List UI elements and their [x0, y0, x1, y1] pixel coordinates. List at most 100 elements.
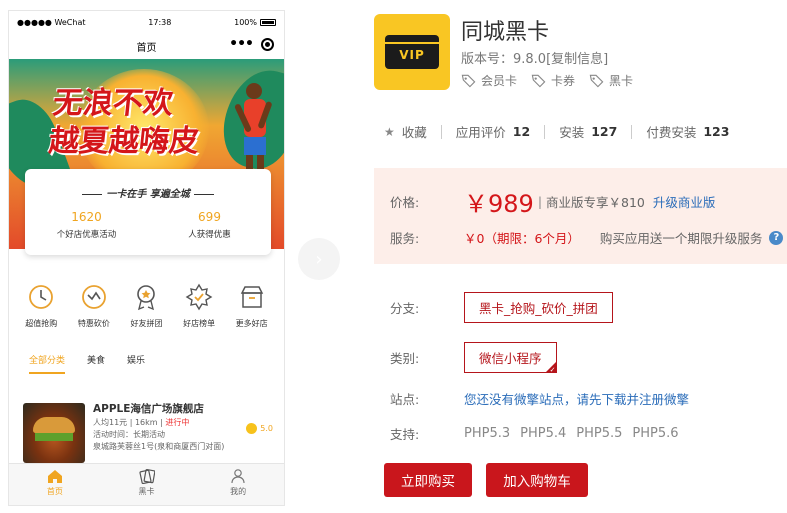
app-detail-panel: VIP 同城黑卡 版本号：9.8.0[复制信息] 会员卡 卡券 黑卡 ★ 收藏 应…: [374, 0, 787, 513]
category-option[interactable]: 微信小程序: [464, 342, 557, 374]
tab-food[interactable]: 美食: [87, 353, 105, 374]
slogan: 一卡在手 享遍全城: [25, 185, 271, 200]
close-target-icon[interactable]: [261, 37, 274, 51]
price-value: ￥989: [464, 190, 534, 218]
paid-install-count: 123: [703, 124, 730, 139]
feature-bargain[interactable]: 特惠砍价: [70, 283, 118, 329]
tag-icon: [531, 74, 546, 88]
stat-value: 1620: [71, 210, 102, 224]
feature-ranking[interactable]: 好店榜单: [175, 283, 223, 329]
tag-member-card[interactable]: 会员卡: [461, 72, 517, 89]
more-icon[interactable]: •••: [229, 37, 254, 51]
headline-line-1: 无浪不欢: [51, 86, 175, 121]
tabbar-me[interactable]: 我的: [192, 464, 284, 505]
feature-more-shops[interactable]: 更多好店: [228, 283, 276, 329]
category-label: 类别:: [390, 351, 420, 366]
next-arrow-button[interactable]: ›: [298, 238, 340, 280]
version-text: 版本号：9.8.0: [461, 52, 547, 67]
support-field: 支持: PHP5.3 PHP5.4 PHP5.5 PHP5.6: [390, 424, 679, 443]
tag-icon: [589, 74, 604, 88]
tag-label: 黑卡: [609, 74, 634, 88]
store-meta-text: 人均11元 | 16km |: [93, 418, 166, 427]
bottom-tabbar: 首页 黑卡 我的: [9, 463, 284, 505]
tabbar-card[interactable]: 黑卡: [101, 464, 193, 505]
status-time: 17:38: [148, 17, 172, 27]
php-version: PHP5.5: [576, 426, 623, 441]
card-icon: [138, 468, 155, 484]
install-label: 安装: [559, 125, 585, 140]
copy-info-link[interactable]: [复制信息]: [546, 52, 608, 67]
php-version: PHP5.4: [520, 426, 567, 441]
coin-icon: [246, 423, 258, 434]
clock-icon: [29, 285, 54, 309]
app-icon: VIP: [374, 14, 450, 90]
stats-row: 1620 个好店优惠活动 699 人获得优惠: [25, 210, 271, 240]
feature-label: 好友拼团: [130, 319, 163, 328]
badge-icon: [137, 285, 156, 311]
user-icon: [231, 469, 245, 484]
tag-icon: [461, 74, 476, 88]
nav-title: 首页: [136, 42, 157, 54]
action-buttons: 立即购买 加入购物车: [384, 463, 588, 497]
service-note: 购买应用送一个期限升级服务: [599, 231, 763, 246]
battery-indicator: 100%: [234, 18, 276, 27]
tag-black-card[interactable]: 黑卡: [589, 72, 633, 89]
tabbar-label: 黑卡: [138, 487, 155, 496]
stat-label: 人获得优惠: [188, 230, 231, 240]
feature-grid: 超值抢购 特惠砍价 好友拼团 好店榜单 更多好店: [9, 283, 284, 329]
divider: [440, 124, 442, 139]
rating-metric[interactable]: 应用评价 12: [456, 122, 530, 141]
feature-label: 特惠砍价: [77, 319, 110, 328]
help-icon[interactable]: ?: [769, 230, 784, 245]
tabbar-home[interactable]: 首页: [9, 464, 101, 505]
banner-headline: 无浪不欢 越夏越嗨皮: [47, 85, 205, 161]
shop-icon: [240, 286, 263, 308]
rating-label: 应用评价: [455, 125, 506, 140]
install-metric: 安装 127: [559, 122, 617, 141]
upgrade-business-link[interactable]: 升级商业版: [653, 192, 716, 211]
feature-label: 更多好店: [235, 319, 268, 328]
tag-label: 卡券: [551, 74, 576, 88]
store-status: 进行中: [165, 418, 190, 427]
feature-group-buy[interactable]: 好友拼团: [122, 283, 170, 329]
rating-value: 5.0: [260, 424, 273, 433]
metrics-row: ★ 收藏 应用评价 12 安装 127 付费安装 123: [384, 122, 729, 141]
status-bar: ●●●●● WeChat 17:38 100%: [9, 11, 284, 33]
slogan-text: 一卡在手 享遍全城: [106, 189, 190, 200]
category-tabs: 全部分类 美食 娱乐: [9, 353, 284, 374]
php-version-list: PHP5.3 PHP5.4 PHP5.5 PHP5.6: [464, 426, 679, 441]
support-label: 支持:: [390, 427, 420, 442]
tag-label: 会员卡: [481, 74, 518, 88]
feature-label: 超值抢购: [25, 319, 58, 328]
service-value: ￥0（期限：6个月）: [464, 231, 580, 246]
store-rating: 5.0: [246, 423, 273, 434]
stat-users: 699 人获得优惠: [148, 210, 271, 240]
vip-text: VIP: [399, 48, 425, 62]
branch-option[interactable]: 黑卡_抢购_砍价_拼团: [464, 292, 613, 323]
tabbar-label: 首页: [46, 487, 63, 496]
divider: [544, 124, 546, 139]
register-site-link[interactable]: 您还没有微擎站点，请先下载并注册微擎: [464, 389, 689, 408]
store-thumbnail: [23, 403, 85, 463]
carrier-signal: ●●●●● WeChat: [17, 17, 86, 27]
home-icon: [47, 470, 62, 483]
tag-coupon[interactable]: 卡券: [531, 72, 575, 89]
favorite-label: 收藏: [401, 125, 427, 140]
mini-program-navbar: 首页 •••: [9, 33, 284, 59]
tab-entertainment[interactable]: 娱乐: [127, 353, 145, 374]
buy-now-button[interactable]: 立即购买: [384, 463, 472, 497]
app-title: 同城黑卡: [461, 20, 550, 45]
site-label: 站点:: [390, 392, 420, 407]
store-address: 泉城路芙蓉丝1号(泉和商厦西门对面): [93, 442, 225, 451]
price-separator: |: [537, 194, 543, 209]
phone-preview: ●●●●● WeChat 17:38 100% 首页 ••• 无浪不欢 越夏越嗨…: [8, 10, 285, 506]
tab-all[interactable]: 全部分类: [29, 353, 66, 374]
service-row: 服务: ￥0（期限：6个月） 购买应用送一个期限升级服务 ?: [390, 228, 784, 247]
add-to-cart-button[interactable]: 加入购物车: [486, 463, 588, 497]
store-name: APPLE海信广场旗舰店: [93, 403, 204, 415]
favorite-button[interactable]: ★ 收藏: [384, 122, 427, 141]
battery-text: 100%: [234, 17, 257, 27]
tabbar-label: 我的: [230, 487, 247, 496]
price-row: 价格: ￥989 | 商业版专享￥810 升级商业版: [390, 184, 715, 219]
feature-flash-sale[interactable]: 超值抢购: [17, 283, 65, 329]
